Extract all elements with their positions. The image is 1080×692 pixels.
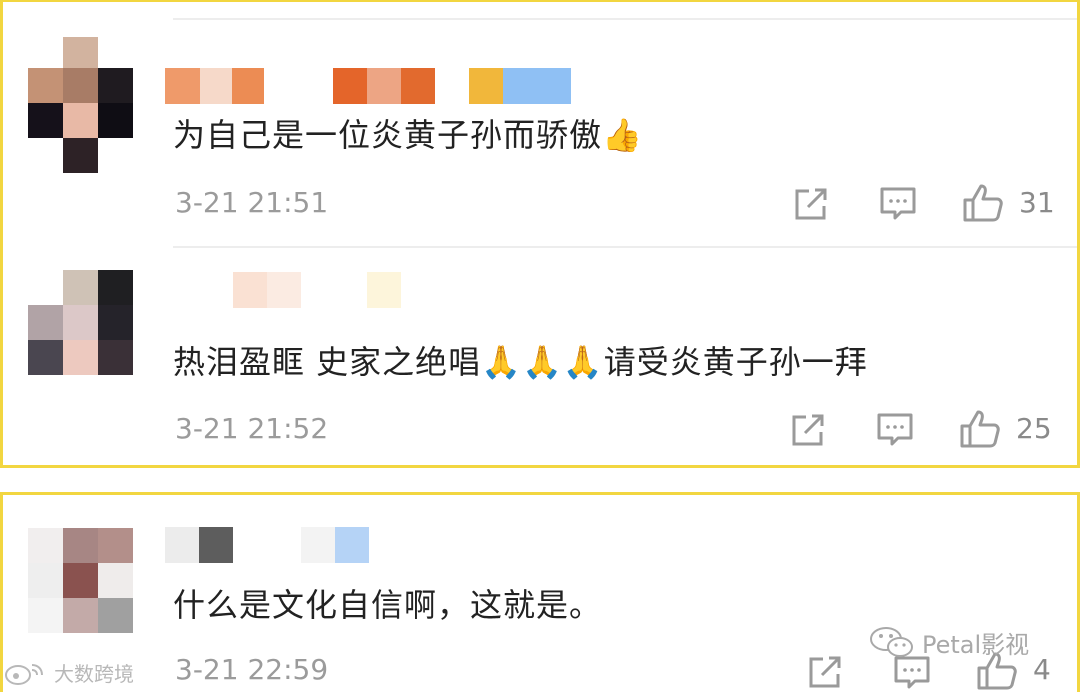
- comment-text: 什么是文化自信啊，这就是。: [173, 586, 603, 624]
- wechat-logo-icon: [870, 627, 913, 657]
- comment-timestamp: 3-21 21:52: [175, 412, 329, 445]
- comment-icon[interactable]: [893, 655, 931, 691]
- watermark-right-text: Petal影视: [922, 630, 1030, 659]
- share-icon[interactable]: [789, 411, 827, 449]
- comment-icon[interactable]: [876, 412, 914, 448]
- weibo-logo-icon: [5, 663, 43, 685]
- watermark-right: Petal影视: [868, 624, 1029, 660]
- watermark-left-text: 大数跨境: [54, 662, 134, 686]
- divider: [173, 18, 1077, 20]
- comment-group-highlighted-1: 为自己是一位炎黄子孙而骄傲👍 3-21 21:51 31 热泪盈眶 史家之绝唱🙏…: [0, 0, 1080, 468]
- avatar[interactable]: [28, 528, 133, 633]
- share-icon[interactable]: [806, 653, 844, 691]
- comment-icon[interactable]: [879, 186, 917, 222]
- divider: [173, 246, 1077, 248]
- avatar[interactable]: [28, 37, 133, 173]
- share-icon[interactable]: [792, 185, 830, 223]
- comment-item: 热泪盈眶 史家之绝唱🙏🙏🙏请受炎黄子孙一拜 3-21 21:52 25: [3, 230, 1077, 465]
- comment-text: 为自己是一位炎黄子孙而骄傲👍: [173, 116, 643, 154]
- comment-item: 为自己是一位炎黄子孙而骄傲👍 3-21 21:51 31: [3, 2, 1077, 242]
- comment-text: 热泪盈眶 史家之绝唱🙏🙏🙏请受炎黄子孙一拜: [173, 343, 868, 381]
- comment-timestamp: 3-21 21:51: [175, 186, 329, 219]
- comment-group-highlighted-2: 什么是文化自信啊，这就是。 3-21 22:59 4: [0, 492, 1080, 692]
- comment-item: 什么是文化自信啊，这就是。 3-21 22:59 4: [3, 495, 1077, 692]
- watermark-left: 大数跨境: [4, 658, 134, 687]
- thumbs-up-icon[interactable]: [959, 409, 1001, 449]
- avatar[interactable]: [28, 270, 133, 375]
- like-count: 4: [1033, 653, 1051, 686]
- comment-timestamp: 3-21 22:59: [175, 653, 329, 686]
- section-gap: [0, 468, 1080, 492]
- like-count: 31: [1019, 186, 1055, 219]
- like-count: 25: [1016, 412, 1052, 445]
- thumbs-up-icon[interactable]: [962, 183, 1004, 223]
